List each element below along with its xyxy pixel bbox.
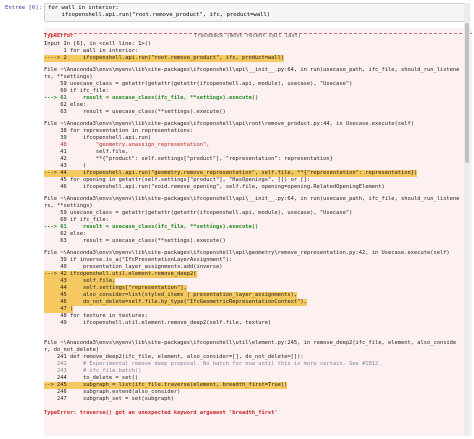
tb-line: 46 ifcopenshell.api.run("void.remove_ope…	[44, 184, 385, 190]
code-input-cell[interactable]: for wall in interior: ifcopenshell.api.r…	[44, 3, 469, 22]
cell-prompt: Entrée [6]:	[4, 5, 42, 11]
tb-line: 63 result = usecase_class(**settings).ex…	[44, 109, 226, 115]
scrollbar-thumb[interactable]	[465, 23, 469, 163]
tb-highlight-line: ----> 2 ifcopenshell.api.run("root.remov…	[44, 55, 285, 63]
tb-file-path: File ~\Anaconda3\envs\myenv\lib\site-pac…	[44, 67, 460, 73]
tb-line: 63 result = usecase_class(**settings).ex…	[44, 238, 226, 244]
final-error-message: TypeError: traverse() got an unexpected …	[44, 410, 278, 416]
tb-file-path: File ~\Anaconda3\envs\myenv\lib\site-pac…	[44, 340, 457, 346]
traceback-output: TypeError Traceback (most recent call la…	[44, 28, 472, 436]
error-name: TypeError	[44, 33, 74, 39]
tb-line: 49 ifcopenshell.util.element.remove_deep…	[44, 320, 272, 326]
tb-line: 42 **{"product": self.settings["product"…	[44, 156, 333, 162]
traceback-header: Traceback (most recent call last)	[194, 33, 302, 39]
vertical-scrollbar[interactable]	[464, 3, 470, 436]
tb-file-path: File ~\Anaconda3\envs\myenv\lib\site-pac…	[44, 196, 460, 202]
tb-line: 247 subgraph_set = set(subgraph)	[44, 396, 174, 402]
code-line-2: ifcopenshell.api.run("root.remove_produc…	[48, 11, 271, 18]
code-line-1: for wall in interior:	[48, 5, 119, 11]
tb-highlight-line: 46 do_not_delete=self.file.by_type("IfcG…	[44, 299, 307, 307]
